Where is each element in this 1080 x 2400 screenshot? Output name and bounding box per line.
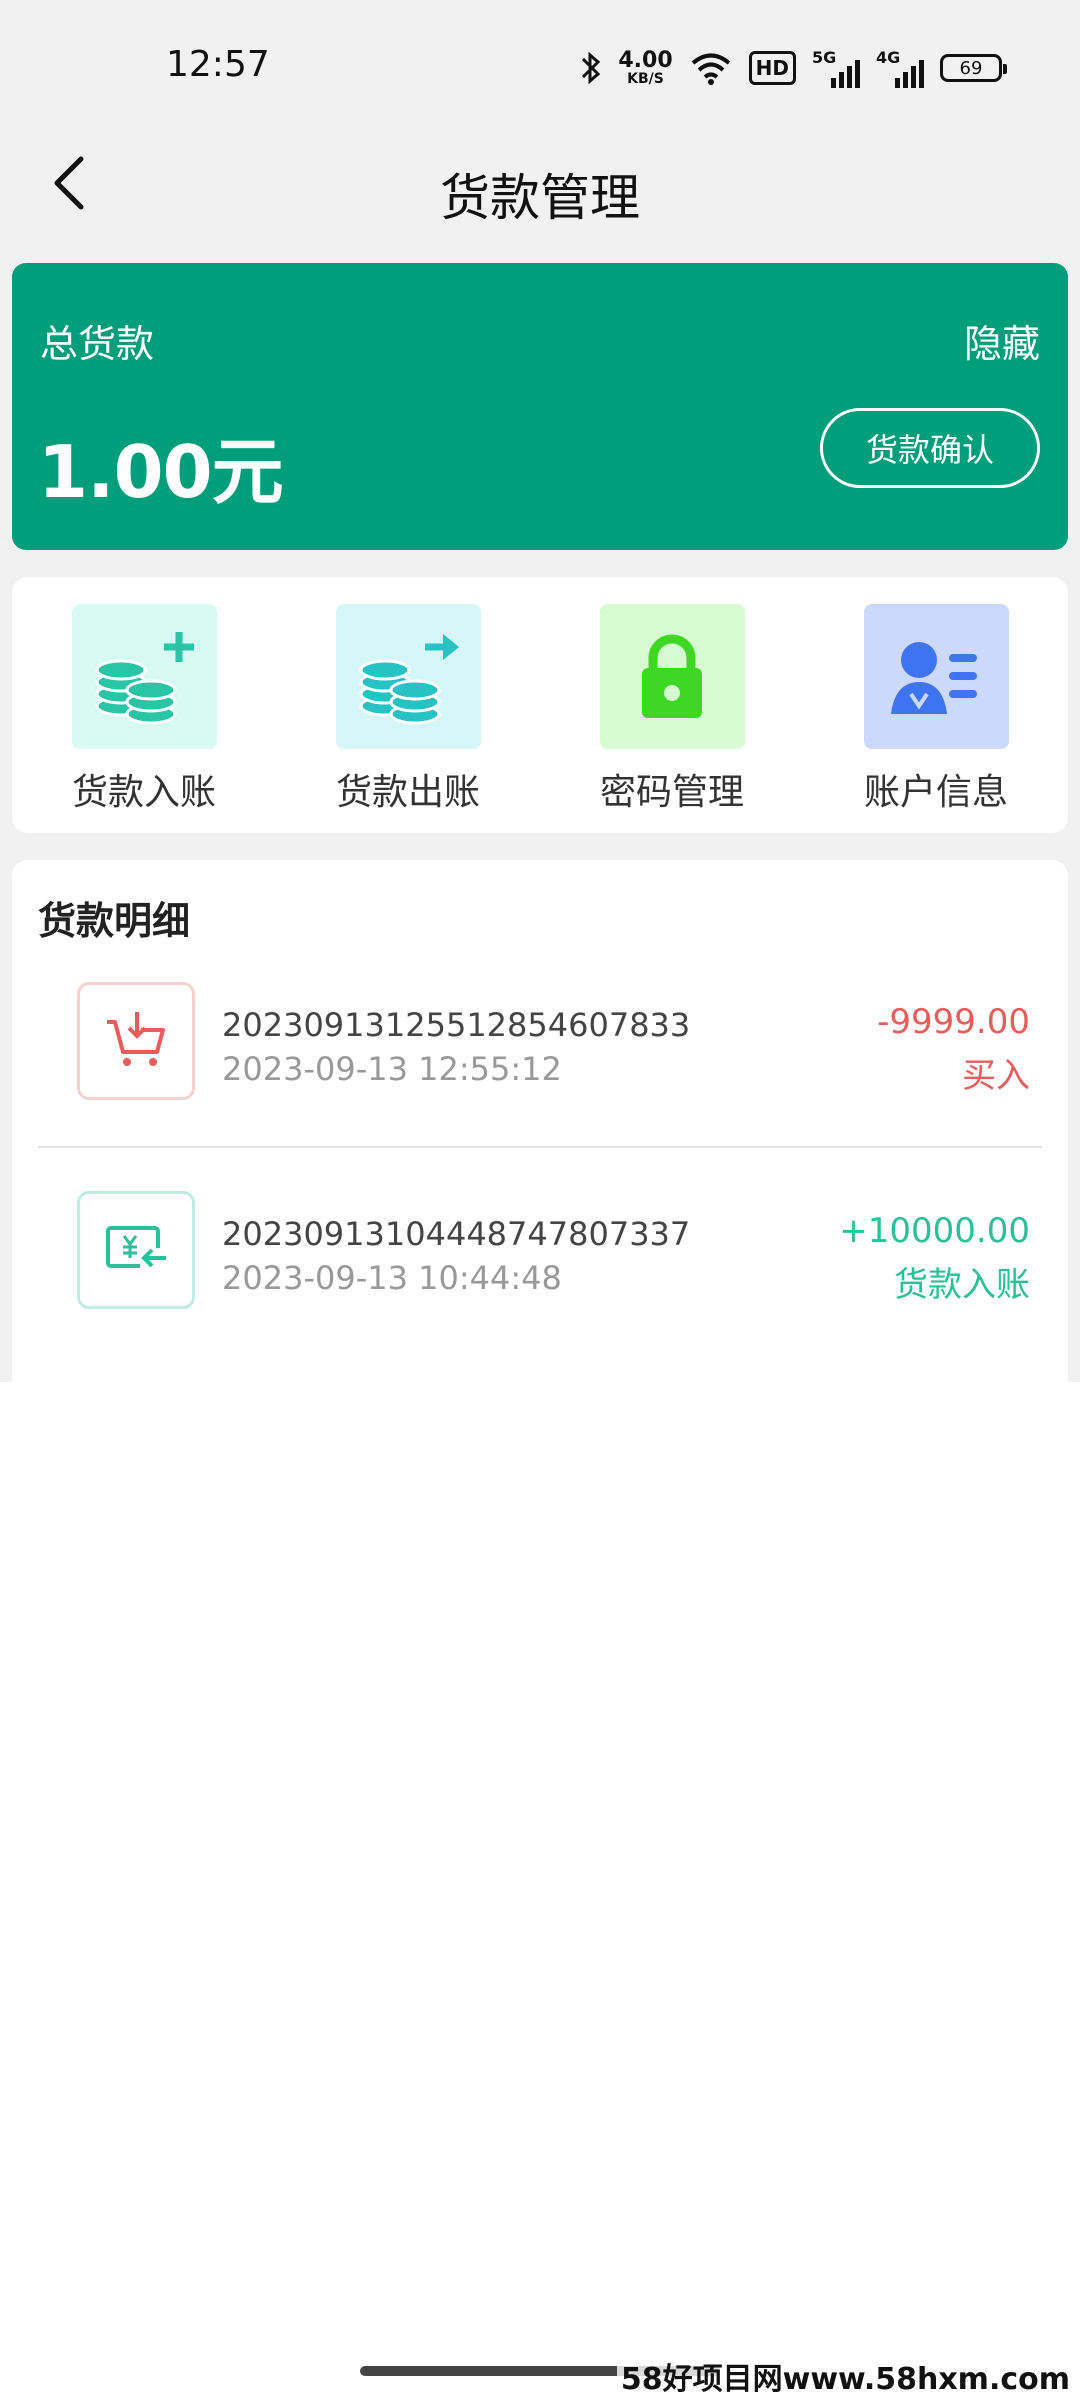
action-payment-out-label: 货款出账: [335, 772, 480, 813]
bluetooth-icon: [580, 50, 602, 86]
order-id: 20230913104448747807337: [222, 1215, 691, 1253]
account-card-icon: [863, 604, 1009, 749]
wifi-icon: [689, 50, 733, 86]
action-account-info[interactable]: 账户信息: [804, 577, 1068, 833]
order-type: 买入: [962, 1056, 1030, 1096]
order-amount: +10000.00: [839, 1211, 1030, 1251]
network-speed-unit: KB/S: [627, 71, 664, 87]
network-speed: 4.00 KB/S: [618, 48, 673, 87]
signal-4g-icon: 4G: [876, 48, 924, 88]
order-time: 2023-09-13 12:55:12: [222, 1050, 562, 1088]
action-password-manage-label: 密码管理: [599, 772, 744, 813]
total-balance-label: 总货款: [40, 322, 155, 366]
list-item[interactable]: 20230913104448747807337 2023-09-13 10:44…: [12, 1191, 1068, 1341]
list-divider: [38, 1146, 1042, 1148]
action-payment-in-label: 货款入账: [71, 772, 216, 813]
yuan-transfer-in-icon: [77, 1191, 195, 1309]
network-speed-value: 4.00: [618, 48, 673, 73]
action-password-manage[interactable]: 密码管理: [540, 577, 804, 833]
hide-balance-toggle[interactable]: 隐藏: [964, 313, 1040, 368]
signal-5g-icon: 5G: [812, 48, 860, 88]
order-id: 20230913125512854607833: [222, 1006, 691, 1044]
battery-icon: 69: [940, 54, 1007, 82]
action-payment-out[interactable]: 货款出账: [276, 577, 540, 833]
order-type: 货款入账: [894, 1265, 1030, 1305]
list-item[interactable]: 20230913125512854607833 2023-09-13 12:55…: [12, 982, 1068, 1132]
status-bar: 12:57 4.00 KB/S HD 5G 4G 69: [0, 0, 1080, 130]
nav-bar: 货款管理: [0, 130, 1080, 250]
status-time: 12:57: [166, 44, 270, 85]
detail-title: 货款明细: [38, 899, 191, 943]
order-amount: -9999.00: [877, 1002, 1030, 1042]
action-payment-in[interactable]: 货款入账: [12, 577, 276, 833]
action-account-info-label: 账户信息: [863, 772, 1008, 813]
watermark: 58好项目网www.58hxm.com: [616, 2352, 1074, 2400]
battery-level: 69: [959, 57, 983, 79]
status-icons: 4.00 KB/S HD 5G 4G 69: [580, 44, 1007, 92]
confirm-payment-button[interactable]: 货款确认: [820, 408, 1040, 488]
page-title: 货款管理: [440, 169, 640, 227]
lock-icon: [599, 604, 745, 749]
hd-voice-badge: HD: [748, 51, 796, 85]
quick-actions: 货款入账 货款出账 密码管理 账户信息: [12, 577, 1068, 833]
cart-download-icon: [77, 982, 195, 1100]
order-time: 2023-09-13 10:44:48: [222, 1259, 562, 1297]
coins-arrow-out-icon: [335, 604, 481, 749]
coins-plus-icon: [71, 604, 217, 749]
total-balance-amount: 1.00元: [38, 430, 284, 514]
payment-detail-card: 货款明细 20230913125512854607833 2023-09-13 …: [12, 860, 1068, 1382]
balance-card: 总货款 隐藏 1.00元 货款确认: [12, 263, 1068, 550]
